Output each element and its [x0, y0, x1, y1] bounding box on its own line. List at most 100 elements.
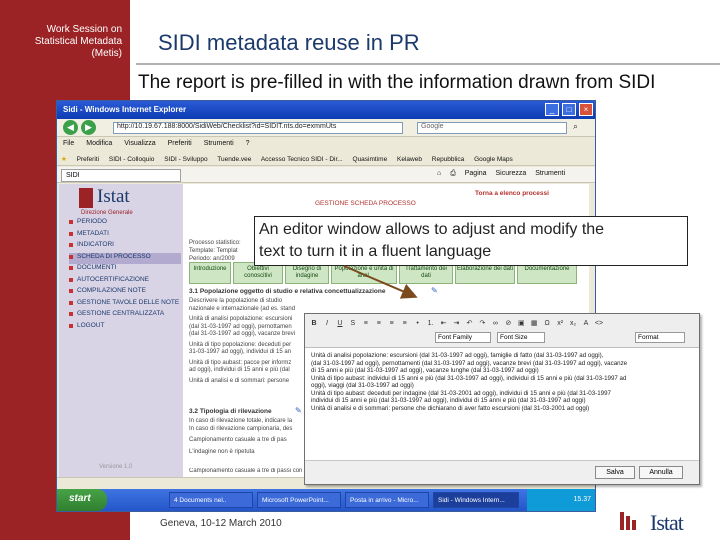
address-input[interactable]: http://10.19.67.188:8000/SidiWeb/Checkli… — [113, 122, 403, 134]
strike-icon[interactable]: S — [348, 320, 358, 327]
app-logo-subtitle: Direzione Generale — [81, 210, 133, 216]
tab-row: SIDI ⌂ ⎙ Pagina Sicurezza Strumenti — [57, 167, 595, 183]
align-left-icon[interactable]: ≡ — [361, 320, 371, 327]
start-button[interactable]: start — [57, 489, 107, 511]
header-line-1: Work Session on — [46, 24, 122, 35]
edit-icon[interactable]: ✎ — [431, 286, 438, 295]
menu-visualizza[interactable]: Visualizza — [124, 140, 155, 147]
editor-footer: Salva Annulla — [305, 460, 699, 484]
title-divider — [136, 63, 720, 65]
omega-icon[interactable]: Ω — [542, 320, 552, 327]
close-icon[interactable]: × — [579, 103, 593, 116]
side-item-scheda-processo[interactable]: SCHEDA DI PROCESSO — [69, 252, 181, 264]
unlink-icon[interactable]: ⊘ — [503, 319, 513, 327]
fav-quasimtime[interactable]: Quasimtime — [353, 156, 388, 163]
fav-sidi-collaudo[interactable]: SIDI - Colloquio — [109, 156, 155, 163]
task-item-powerpoint[interactable]: Microsoft PowerPoint... — [257, 492, 341, 508]
logo-text: Istat — [650, 510, 684, 535]
tab-introduzione[interactable]: Introduzione — [189, 262, 231, 284]
underline-icon[interactable]: U — [335, 320, 345, 327]
undo-icon[interactable]: ↶ — [464, 319, 474, 327]
subscript-icon[interactable]: x₂ — [568, 320, 578, 327]
justify-icon[interactable]: ≡ — [400, 320, 410, 327]
app-side-menu: PERIODO METADATI INDICATORI SCHEDA DI PR… — [69, 218, 181, 333]
color-icon[interactable]: A — [581, 320, 591, 327]
editor-window: B I U S ≡ ≡ ≡ ≡ • 1. ⇤ ⇥ ↶ ↷ ∞ ⊘ ▣ ▦ Ω x… — [304, 313, 700, 485]
outdent-icon[interactable]: ⇤ — [439, 319, 449, 327]
editor-toolbar-row-1: B I U S ≡ ≡ ≡ ≡ • 1. ⇤ ⇥ ↶ ↷ ∞ ⊘ ▣ ▦ Ω x… — [309, 319, 605, 327]
cmd-pagina[interactable]: Pagina — [465, 170, 487, 177]
side-item-gestione-centralizzata[interactable]: GESTIONE CENTRALIZZATA — [69, 310, 181, 322]
star-icon[interactable]: ★ — [61, 156, 67, 163]
indent-icon[interactable]: ⇥ — [451, 319, 461, 327]
redo-icon[interactable]: ↷ — [477, 319, 487, 327]
side-item-indicatori[interactable]: INDICATORI — [69, 241, 181, 253]
tab-sidi[interactable]: SIDI — [61, 169, 181, 182]
gestione-title: GESTIONE SCHEDA PROCESSO — [315, 200, 416, 207]
home-icon[interactable]: ⌂ — [437, 170, 441, 177]
print-icon[interactable]: ⎙ — [450, 170, 456, 177]
side-item-autocertificazione[interactable]: AUTOCERTIFICAZIONE — [69, 276, 181, 288]
html-icon[interactable]: <> — [594, 320, 604, 327]
cmd-sicurezza[interactable]: Sicurezza — [496, 170, 527, 177]
fav-kelaweb[interactable]: Kelaweb — [397, 156, 422, 163]
side-item-gestione-tavole[interactable]: GESTIONE TAVOLE DELLE NOTE — [69, 299, 181, 311]
align-right-icon[interactable]: ≡ — [387, 320, 397, 327]
logo-bars — [620, 512, 638, 530]
italic-icon[interactable]: I — [322, 320, 332, 327]
browser-title-bar: Sidi - Windows Internet Explorer — [57, 101, 595, 119]
menu-file[interactable]: File — [63, 140, 74, 147]
cancel-button[interactable]: Annulla — [639, 466, 683, 479]
side-item-metadati[interactable]: METADATI — [69, 230, 181, 242]
menu-preferiti[interactable]: Preferiti — [168, 140, 192, 147]
callout-arrow — [343, 265, 418, 299]
font-family-select[interactable]: Font Family — [435, 332, 491, 343]
editor-line: oggi), viaggi (dal 31-03-1997 ad oggi) — [311, 382, 414, 389]
menu-help[interactable]: ? — [246, 140, 250, 147]
callout-box: An editor window allows to adjust and mo… — [254, 216, 688, 266]
superscript-icon[interactable]: x² — [555, 320, 565, 327]
editor-toolbar: B I U S ≡ ≡ ≡ ≡ • 1. ⇤ ⇥ ↶ ↷ ∞ ⊘ ▣ ▦ Ω x… — [305, 314, 699, 348]
font-size-select[interactable]: Font Size — [497, 332, 545, 343]
fav-tuende[interactable]: Tuende.vee — [217, 156, 251, 163]
side-item-logout[interactable]: LOGOUT — [69, 322, 181, 334]
bullet-list-icon[interactable]: • — [413, 320, 423, 327]
bold-icon[interactable]: B — [309, 320, 319, 327]
link-icon[interactable]: ∞ — [490, 320, 500, 327]
fav-preferiti[interactable]: Preferiti — [77, 156, 99, 163]
editor-line: Unità di analisi popolazione: escursioni… — [311, 352, 604, 359]
back-icon[interactable]: ◀ — [63, 120, 78, 135]
cmd-strumenti[interactable]: Strumenti — [535, 170, 565, 177]
back-to-list-link[interactable]: Torna a elenco processi — [475, 190, 549, 197]
menu-modifica[interactable]: Modifica — [86, 140, 112, 147]
header-line-3: (Metis) — [91, 48, 122, 59]
editor-text-area[interactable]: Unità di analisi popolazione: escursioni… — [311, 352, 695, 412]
menu-strumenti[interactable]: Strumenti — [204, 140, 234, 147]
task-item-documents[interactable]: 4 Documents nel.. — [169, 492, 253, 508]
fav-accesso-tecnico[interactable]: Accesso Tecnico SIDI - Dir... — [261, 156, 343, 163]
side-item-periodo[interactable]: PERIODO — [69, 218, 181, 230]
side-item-documenti[interactable]: DOCUMENTI — [69, 264, 181, 276]
maximize-icon[interactable]: □ — [562, 103, 576, 116]
number-list-icon[interactable]: 1. — [426, 320, 436, 327]
fav-google-maps[interactable]: Google Maps — [474, 156, 513, 163]
header-line-2: Statistical Metadata — [34, 36, 122, 47]
table-icon[interactable]: ▦ — [529, 319, 539, 327]
fav-repubblica[interactable]: Repubblica — [432, 156, 465, 163]
body-line: nazionale e internazionale (ad es. stand — [189, 305, 296, 312]
editor-line: Unità di tipo aubast: individui di 15 an… — [311, 374, 627, 382]
save-button[interactable]: Salva — [595, 466, 635, 479]
image-icon[interactable]: ▣ — [516, 319, 526, 327]
app-sidebar: Istat Direzione Generale PERIODO METADAT… — [59, 184, 183, 484]
task-item-outlook[interactable]: Posta in arrivo - Micro... — [345, 492, 429, 508]
side-item-compilazione-note[interactable]: COMPILAZIONE NOTE — [69, 287, 181, 299]
edit-icon[interactable]: ✎ — [295, 406, 302, 415]
minimize-icon[interactable]: _ — [545, 103, 559, 116]
format-select[interactable]: Format — [635, 332, 685, 343]
forward-icon[interactable]: ▶ — [81, 120, 96, 135]
search-input[interactable]: Google — [417, 122, 567, 134]
search-icon[interactable]: ⌕ — [573, 121, 578, 132]
align-center-icon[interactable]: ≡ — [374, 320, 384, 327]
task-item-sidi[interactable]: Sidi - Windows Intern... — [433, 492, 519, 508]
fav-sidi-sviluppo[interactable]: SIDI - Sviluppo — [164, 156, 207, 163]
